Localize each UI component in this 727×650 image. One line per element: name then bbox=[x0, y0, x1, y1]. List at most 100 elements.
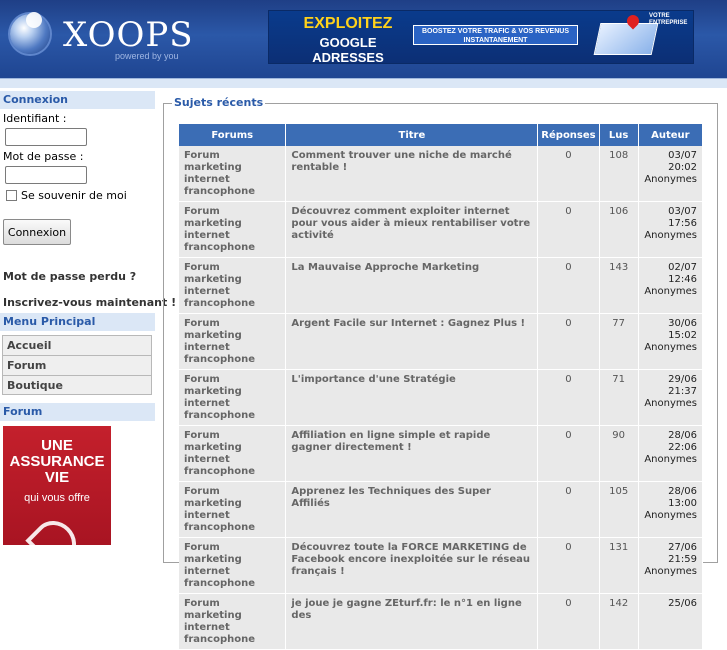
topic-replies: 0 bbox=[538, 146, 600, 202]
topic-author-cell: 28/06 13:00 Anonymes bbox=[638, 482, 703, 538]
col-auteur: Auteur bbox=[638, 124, 703, 146]
menu-item-accueil[interactable]: Accueil bbox=[2, 335, 152, 355]
topic-forum-link[interactable]: Forum marketing internet francophone bbox=[179, 258, 287, 314]
topic-reads: 143 bbox=[599, 258, 639, 314]
recent-topics-table: Forums Titre Réponses Lus Auteur Forum m… bbox=[179, 124, 703, 650]
topics-body: Forum marketing internet francophone Comm… bbox=[179, 146, 703, 650]
topic-title-link[interactable]: Découvrez comment exploiter internet pou… bbox=[286, 202, 539, 258]
table-row: Forum marketing internet francophone Déco… bbox=[179, 202, 703, 258]
topic-replies: 0 bbox=[538, 594, 600, 650]
topic-author-cell: 30/06 15:02 Anonymes bbox=[638, 314, 703, 370]
topic-reads: 90 bbox=[599, 426, 639, 482]
topic-forum-link[interactable]: Forum marketing internet francophone bbox=[179, 314, 287, 370]
topic-date: 02/07 bbox=[668, 262, 697, 273]
topic-author[interactable]: Anonymes bbox=[644, 566, 697, 578]
banner-headline: EXPLOITEZ bbox=[303, 15, 393, 32]
topic-forum-link[interactable]: Forum marketing internet francophone bbox=[179, 202, 287, 258]
topic-author-cell: 28/06 22:06 Anonymes bbox=[638, 426, 703, 482]
forum-block-title: Forum bbox=[0, 403, 155, 421]
banner-subheadline: GOOGLE ADRESSES bbox=[312, 35, 384, 65]
topic-date: 28/06 bbox=[668, 430, 697, 441]
assurance-vie-ad[interactable]: UNE ASSURANCE VIE qui vous offre bbox=[3, 426, 111, 545]
username-label: Identifiant : bbox=[3, 112, 67, 125]
topic-time: 17:56 bbox=[668, 218, 697, 229]
topic-forum-link[interactable]: Forum marketing internet francophone bbox=[179, 594, 287, 650]
topic-forum-link[interactable]: Forum marketing internet francophone bbox=[179, 426, 287, 482]
topic-date: 28/06 bbox=[668, 486, 697, 497]
map-icon bbox=[593, 23, 659, 55]
topic-author-cell: 02/07 12:46 Anonymes bbox=[638, 258, 703, 314]
ad-banner[interactable]: EXPLOITEZ GOOGLE ADRESSES BOOSTEZ VOTRE … bbox=[268, 10, 694, 65]
topic-author-cell: 25/06 bbox=[638, 594, 703, 650]
col-titre: Titre bbox=[286, 124, 539, 146]
topic-author[interactable]: Anonymes bbox=[644, 454, 697, 466]
main-menu-title: Menu Principal bbox=[0, 313, 155, 331]
topic-forum-link[interactable]: Forum marketing internet francophone bbox=[179, 482, 287, 538]
topic-replies: 0 bbox=[538, 370, 600, 426]
gift-ribbon-icon bbox=[25, 512, 85, 545]
remember-me-label: Se souvenir de moi bbox=[21, 189, 127, 202]
topic-title-link[interactable]: Comment trouver une niche de marché rent… bbox=[286, 146, 539, 202]
banner-tag: VOTRE ENTREPRISE bbox=[649, 13, 688, 26]
topic-reads: 131 bbox=[599, 538, 639, 594]
main-menu: Accueil Forum Boutique bbox=[2, 335, 152, 395]
topic-title-link[interactable]: La Mauvaise Approche Marketing bbox=[286, 258, 539, 314]
topic-author[interactable]: Anonymes bbox=[644, 230, 697, 242]
table-row: Forum marketing internet francophone Déco… bbox=[179, 538, 703, 594]
table-row: Forum marketing internet francophone Comm… bbox=[179, 146, 703, 202]
ad-headline: UNE ASSURANCE VIE bbox=[9, 437, 105, 486]
register-link[interactable]: Inscrivez-vous maintenant ! bbox=[3, 296, 176, 309]
password-label: Mot de passe : bbox=[3, 150, 84, 163]
login-button[interactable]: Connexion bbox=[3, 219, 71, 245]
topic-date: 27/06 bbox=[668, 542, 697, 553]
topic-author-cell: 03/07 20:02 Anonymes bbox=[638, 146, 703, 202]
remember-me-checkbox[interactable] bbox=[6, 190, 17, 201]
col-reponses: Réponses bbox=[538, 124, 600, 146]
topic-reads: 71 bbox=[599, 370, 639, 426]
username-input[interactable] bbox=[5, 128, 87, 146]
table-header-row: Forums Titre Réponses Lus Auteur bbox=[179, 124, 703, 146]
table-row: Forum marketing internet francophone Appr… bbox=[179, 482, 703, 538]
topic-reads: 77 bbox=[599, 314, 639, 370]
topic-time: 12:46 bbox=[668, 274, 697, 285]
topic-reads: 106 bbox=[599, 202, 639, 258]
topic-forum-link[interactable]: Forum marketing internet francophone bbox=[179, 538, 287, 594]
topic-title-link[interactable]: je joue je gagne ZEturf.fr: le n°1 en li… bbox=[286, 594, 539, 650]
topic-time: 21:37 bbox=[668, 386, 697, 397]
table-row: Forum marketing internet francophone Arge… bbox=[179, 314, 703, 370]
site-header: XOOPS powered by you EXPLOITEZ GOOGLE AD… bbox=[0, 0, 727, 78]
topic-author[interactable]: Anonymes bbox=[644, 174, 697, 186]
logo-swoosh bbox=[26, 12, 42, 28]
topic-reads: 108 bbox=[599, 146, 639, 202]
topic-reads: 142 bbox=[599, 594, 639, 650]
lost-password-link[interactable]: Mot de passe perdu ? bbox=[3, 270, 136, 283]
banner-tagline: BOOSTEZ VOTRE TRAFIC & VOS REVENUS INSTA… bbox=[413, 25, 578, 45]
topic-author[interactable]: Anonymes bbox=[644, 510, 697, 522]
topic-forum-link[interactable]: Forum marketing internet francophone bbox=[179, 370, 287, 426]
topic-author[interactable]: Anonymes bbox=[644, 286, 697, 298]
topic-title-link[interactable]: Découvrez toute la FORCE MARKETING de Fa… bbox=[286, 538, 539, 594]
recent-topics-title: Sujets récents bbox=[172, 96, 266, 109]
topic-date: 03/07 bbox=[668, 206, 697, 217]
topic-replies: 0 bbox=[538, 202, 600, 258]
topic-title-link[interactable]: Argent Facile sur Internet : Gagnez Plus… bbox=[286, 314, 539, 370]
topic-author[interactable]: Anonymes bbox=[644, 398, 697, 410]
topic-author-cell: 03/07 17:56 Anonymes bbox=[638, 202, 703, 258]
topic-time: 13:00 bbox=[668, 498, 697, 509]
topic-forum-link[interactable]: Forum marketing internet francophone bbox=[179, 146, 287, 202]
menu-item-forum[interactable]: Forum bbox=[2, 355, 152, 375]
login-block-title: Connexion bbox=[0, 91, 155, 109]
topic-reads: 105 bbox=[599, 482, 639, 538]
site-logo-text[interactable]: XOOPS bbox=[63, 15, 194, 55]
menu-item-boutique[interactable]: Boutique bbox=[2, 375, 152, 395]
topic-title-link[interactable]: Affiliation en ligne simple et rapide ga… bbox=[286, 426, 539, 482]
password-input[interactable] bbox=[5, 166, 87, 184]
col-forums: Forums bbox=[179, 124, 287, 146]
topic-author[interactable]: Anonymes bbox=[644, 342, 697, 354]
topic-replies: 0 bbox=[538, 538, 600, 594]
topic-date: 30/06 bbox=[668, 318, 697, 329]
topic-date: 25/06 bbox=[668, 598, 697, 609]
topic-title-link[interactable]: L'importance d'une Stratégie bbox=[286, 370, 539, 426]
topic-title-link[interactable]: Apprenez les Techniques des Super Affili… bbox=[286, 482, 539, 538]
table-row: Forum marketing internet francophone je j… bbox=[179, 594, 703, 650]
